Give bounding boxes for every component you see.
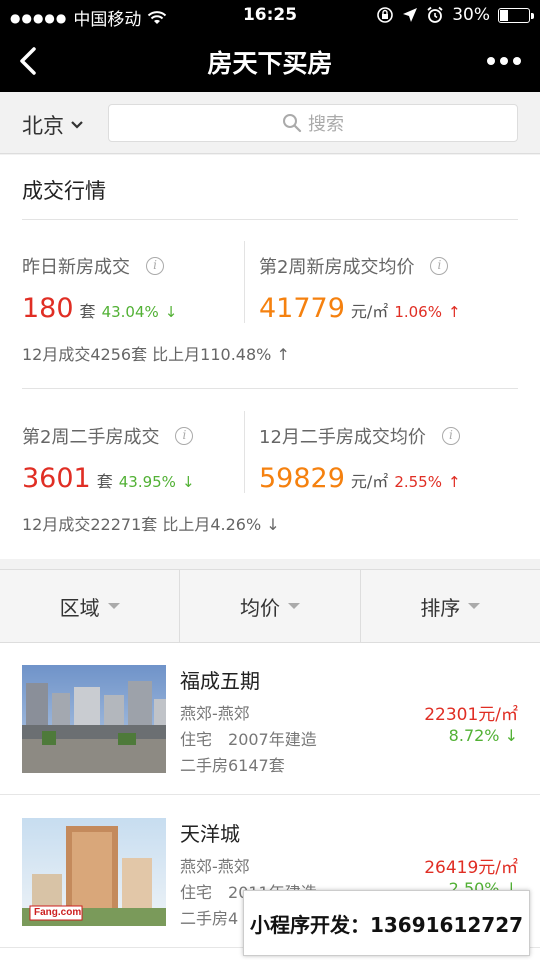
stat-value: 180 [22, 293, 74, 324]
info-icon[interactable]: i [441, 427, 460, 445]
listing-photo [22, 665, 166, 773]
rotation-lock-icon [377, 7, 394, 23]
info-icon[interactable]: i [430, 257, 449, 275]
filter-region[interactable]: 区域 [0, 570, 181, 642]
filter-bar: 区域 均价 排序 [0, 569, 540, 643]
city-selector[interactable]: 北京 [22, 110, 84, 140]
dropdown-triangle-icon [287, 603, 300, 609]
filter-label: 区域 [59, 595, 100, 620]
listing-type-label: 住宅 [180, 883, 213, 902]
building-photo-image [22, 665, 166, 773]
listing-area: 燕郊-燕郊 [180, 704, 250, 723]
stat-resale-monthly-price[interactable]: 12月二手房成交均价 i 59829 元/㎡ 2.55% ↑ [259, 423, 461, 494]
info-icon[interactable]: i [146, 257, 164, 275]
section-title: 成交行情 [22, 179, 106, 203]
filter-label: 排序 [420, 595, 461, 620]
up-arrow-icon: ↑ [447, 473, 461, 491]
stat-value: 3601 [22, 463, 91, 494]
listing-stock: 二手房4 [180, 909, 239, 928]
listing-photo: Fang.com [22, 818, 166, 926]
stat-resale-weekly[interactable]: 第2周二手房成交 i 3601 套 43.95% ↓ [22, 423, 195, 494]
listing-stock: 二手房6147套 [180, 756, 285, 775]
down-arrow-icon: ↓ [164, 303, 178, 321]
alarm-icon [427, 6, 443, 23]
stat-change: 43.95% [118, 473, 176, 491]
battery-icon [498, 7, 534, 23]
stat-new-daily[interactable]: 昨日新房成交 i 180 套 43.04% ↓ [22, 253, 177, 324]
search-placeholder: 搜索 [308, 114, 344, 135]
info-icon[interactable]: i [175, 427, 194, 445]
filter-label: 均价 [239, 595, 280, 620]
list-item[interactable]: 福成五期 燕郊-燕郊 住宅 2007年建造 二手房6147套 22301元/㎡ 8… [0, 643, 540, 795]
chevron-down-icon [71, 121, 83, 129]
battery-fill [500, 9, 509, 21]
listing-change: 8.72% ↓ [448, 726, 518, 745]
vertical-divider [244, 411, 245, 493]
up-arrow-icon: ↑ [447, 303, 461, 321]
listing-area: 燕郊-燕郊 [180, 857, 250, 876]
dropdown-triangle-icon [107, 603, 120, 609]
section-spacer [0, 559, 540, 569]
location-icon [403, 8, 418, 22]
stat-change: 43.04% [101, 303, 159, 321]
down-arrow-icon: ↓ [181, 473, 195, 491]
status-right: 30% [376, 5, 534, 25]
city-label: 北京 [22, 114, 64, 138]
search-input[interactable]: 搜索 [108, 104, 518, 142]
stat-change: 1.06% [394, 303, 442, 321]
stat-unit: 元/㎡ [350, 472, 389, 491]
monthly-summary: 12月成交4256套 比上月110.48% ↑ [22, 345, 290, 364]
stat-value: 41779 [259, 293, 345, 324]
listing-name: 福成五期 [180, 669, 260, 693]
filter-avg-price[interactable]: 均价 [180, 570, 361, 642]
more-options-icon[interactable] [486, 52, 522, 70]
divider [22, 219, 518, 220]
stat-unit: 套 [79, 302, 96, 321]
search-icon [283, 114, 302, 133]
dropdown-triangle-icon [468, 603, 481, 609]
search-bar: 北京 搜索 [0, 92, 540, 154]
listing-year: 2007年建造 [228, 730, 317, 749]
listing-type: 住宅 2007年建造 [180, 726, 317, 750]
divider [22, 388, 518, 389]
stat-unit: 元/㎡ [350, 302, 389, 321]
vertical-divider [244, 241, 245, 323]
listing-price: 22301元/㎡ [424, 705, 518, 725]
promo-overlay: 小程序开发：13691612727 [243, 890, 530, 956]
monthly-summary: 12月成交22271套 比上月4.26% ↓ [22, 515, 280, 534]
stat-unit: 套 [96, 472, 113, 491]
status-bar: ●●●●● 中国移动 16:25 30% [0, 0, 540, 30]
watermark: Fang.com [34, 907, 82, 918]
filter-sort[interactable]: 排序 [361, 570, 540, 642]
page-title: 房天下买房 [207, 49, 333, 78]
stat-label: 第2周新房成交均价 [259, 257, 415, 278]
nav-bar: 房天下买房 [0, 30, 540, 92]
listing-type-label: 住宅 [180, 730, 213, 749]
stat-label: 12月二手房成交均价 [259, 427, 426, 448]
stat-value: 59829 [259, 463, 345, 494]
stat-change: 2.55% [394, 473, 442, 491]
listing-price: 26419元/㎡ [424, 858, 518, 878]
stat-label: 第2周二手房成交 [22, 427, 160, 448]
stat-new-weekly-price[interactable]: 第2周新房成交均价 i 41779 元/㎡ 1.06% ↑ [259, 253, 461, 324]
stat-label: 昨日新房成交 [22, 257, 130, 278]
listing-name: 天洋城 [180, 822, 240, 846]
market-section: 成交行情 昨日新房成交 i 180 套 43.04% ↓ 第2周新房成交均价 i… [0, 155, 540, 559]
battery-percent: 30% [452, 5, 490, 25]
